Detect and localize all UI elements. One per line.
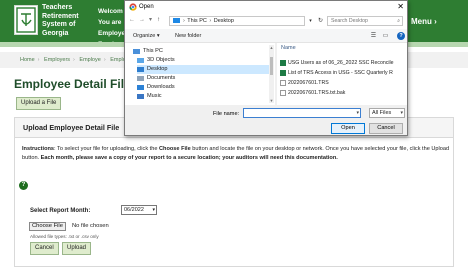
breadcrumb-home[interactable]: Home	[20, 57, 35, 63]
nav-item-label: Music	[147, 93, 162, 99]
chrome-icon	[129, 3, 137, 11]
nav-scrollbar[interactable]: ▲ ▼	[269, 45, 274, 103]
report-month-value: 06/2022	[124, 207, 144, 213]
allowed-file-types: Allowed file types: .txt or .csv only	[30, 234, 99, 239]
breadcrumb-employers[interactable]: Employers	[44, 57, 70, 63]
preview-pane-icon[interactable]: ▭	[381, 32, 390, 40]
navigation-pane: This PC 3D Objects Desktop Documents Dow…	[125, 43, 275, 105]
folder-3d-icon	[137, 58, 144, 63]
nav-item-label: This PC	[143, 48, 163, 54]
nav-item-music[interactable]: Music	[137, 92, 271, 101]
computer-icon	[133, 49, 140, 54]
org-name: Teachers Retirement System of Georgia	[42, 4, 79, 37]
menu-label: Menu	[411, 17, 432, 26]
chevron-down-icon[interactable]: ▾	[356, 109, 359, 117]
help-icon[interactable]: ?	[397, 32, 405, 40]
nav-item-downloads[interactable]: Downloads	[137, 83, 271, 92]
file-name-input[interactable]: ▾	[243, 108, 361, 118]
music-icon	[137, 94, 144, 99]
downloads-icon	[137, 85, 144, 90]
file-name: List of TRS Access in USG - SSC Quarterl…	[288, 70, 393, 76]
nav-item-documents[interactable]: Documents	[137, 74, 271, 83]
scroll-down-icon[interactable]: ▼	[269, 98, 274, 103]
file-name-label: File name:	[213, 111, 240, 117]
nav-item-label: 3D Objects	[147, 57, 175, 63]
page-title: Employee Detail File	[14, 77, 131, 91]
nav-item-label: Documents	[147, 75, 176, 81]
open-button[interactable]: Open	[331, 123, 365, 134]
instructions-part1: : To select your file for uploading, cli…	[54, 146, 160, 152]
dialog-cancel-button[interactable]: Cancel	[369, 123, 403, 134]
desktop-folder-icon	[137, 67, 144, 72]
file-type-value: All Files	[372, 110, 392, 116]
choose-file-button[interactable]: Choose File	[29, 222, 66, 231]
upload-button[interactable]: Upload	[62, 242, 92, 255]
organize-label: Organize	[133, 33, 156, 39]
up-arrow-icon[interactable]: ↑	[157, 16, 160, 24]
documents-icon	[137, 76, 144, 81]
file-type-filter[interactable]: All Files ▾	[369, 108, 405, 118]
file-item[interactable]: 2022067601.TRS	[279, 79, 403, 87]
chevron-down-icon: ▾	[400, 110, 403, 116]
upload-panel: Upload Employee Detail File Instructions…	[14, 117, 454, 267]
report-month-select[interactable]: 06/2022 ▾	[121, 205, 157, 215]
name-column-header[interactable]: Name	[281, 45, 296, 51]
dialog-title: Open	[139, 4, 154, 10]
cancel-button[interactable]: Cancel	[30, 242, 59, 255]
menu-arrow-icon: ›	[434, 17, 437, 26]
address-dropdown-icon[interactable]: ▾	[306, 16, 315, 26]
instructions-warning: Each month, please save a copy of your r…	[40, 154, 338, 161]
close-icon[interactable]: ✕	[397, 1, 404, 13]
file-item[interactable]: 2022067601.TRS.txt.bak	[279, 89, 403, 97]
file-name: 2022067601.TRS	[288, 80, 329, 86]
file-name: 2022067601.TRS.txt.bak	[288, 90, 346, 96]
file-item[interactable]: USG Users as of 06_26_2022 SSC Reconcile	[279, 59, 403, 67]
nav-item-label: Desktop	[147, 66, 168, 72]
excel-icon	[280, 70, 286, 76]
file-icon	[280, 80, 286, 86]
breadcrumb-employee[interactable]: Employe	[79, 57, 100, 63]
file-icon	[280, 90, 286, 96]
address-part[interactable]: Desktop	[214, 18, 234, 24]
nav-item-this-pc[interactable]: This PC	[133, 47, 267, 56]
instructions-text: Instructions: To select your file for up…	[22, 145, 450, 162]
search-input[interactable]: Search Desktop ⌕	[327, 16, 403, 26]
scroll-up-icon[interactable]: ▲	[269, 45, 274, 50]
refresh-icon[interactable]: ↻	[316, 16, 325, 26]
upload-a-file-button[interactable]: Upload a File	[16, 97, 62, 110]
dialog-toolbar: Organize ▾ New folder ☰ ▭ ?	[125, 29, 407, 43]
chevron-down-icon: ▾	[152, 207, 155, 213]
address-bar[interactable]: › This PC › Desktop	[169, 16, 305, 26]
forward-arrow-icon[interactable]: →	[139, 16, 145, 24]
view-options-icon[interactable]: ☰	[369, 32, 378, 40]
folder-icon	[173, 17, 180, 23]
organize-menu[interactable]: Organize ▾	[133, 32, 160, 40]
nav-item-label: Downloads	[147, 84, 175, 90]
menu-button[interactable]: Menu ›	[404, 12, 468, 32]
file-item[interactable]: List of TRS Access in USG - SSC Quarterl…	[279, 69, 403, 77]
address-part[interactable]: This PC	[187, 18, 207, 24]
new-folder-button[interactable]: New folder	[175, 32, 201, 40]
file-name: USG Users as of 06_26_2022 SSC Reconcile	[288, 60, 394, 66]
report-month-label: Select Report Month:	[30, 208, 91, 214]
help-icon[interactable]: ?	[19, 181, 28, 190]
instructions-label: Instructions	[22, 146, 55, 152]
recent-dropdown-icon[interactable]: ▾	[149, 16, 152, 24]
trs-logo-icon	[16, 7, 36, 33]
search-icon: ⌕	[397, 18, 400, 24]
open-file-dialog: Open ✕ ← → ▾ ↑ › This PC › Desktop ▾ ↻ S…	[124, 0, 408, 136]
scroll-thumb[interactable]	[270, 57, 273, 75]
back-arrow-icon[interactable]: ←	[129, 16, 135, 24]
search-placeholder: Search Desktop	[331, 18, 368, 24]
address-row: ← → ▾ ↑ › This PC › Desktop ▾ ↻ Search D…	[125, 13, 407, 29]
no-file-text: No file chosen	[72, 223, 109, 229]
excel-icon	[280, 60, 286, 66]
nav-item-desktop[interactable]: Desktop	[137, 65, 271, 74]
dialog-titlebar[interactable]: Open ✕	[125, 1, 407, 13]
file-list-pane: Name USG Users as of 06_26_2022 SSC Reco…	[277, 43, 407, 105]
nav-item-3d-objects[interactable]: 3D Objects	[137, 56, 271, 65]
trs-logo[interactable]	[14, 5, 38, 35]
choose-file-mention: Choose File	[159, 146, 191, 152]
